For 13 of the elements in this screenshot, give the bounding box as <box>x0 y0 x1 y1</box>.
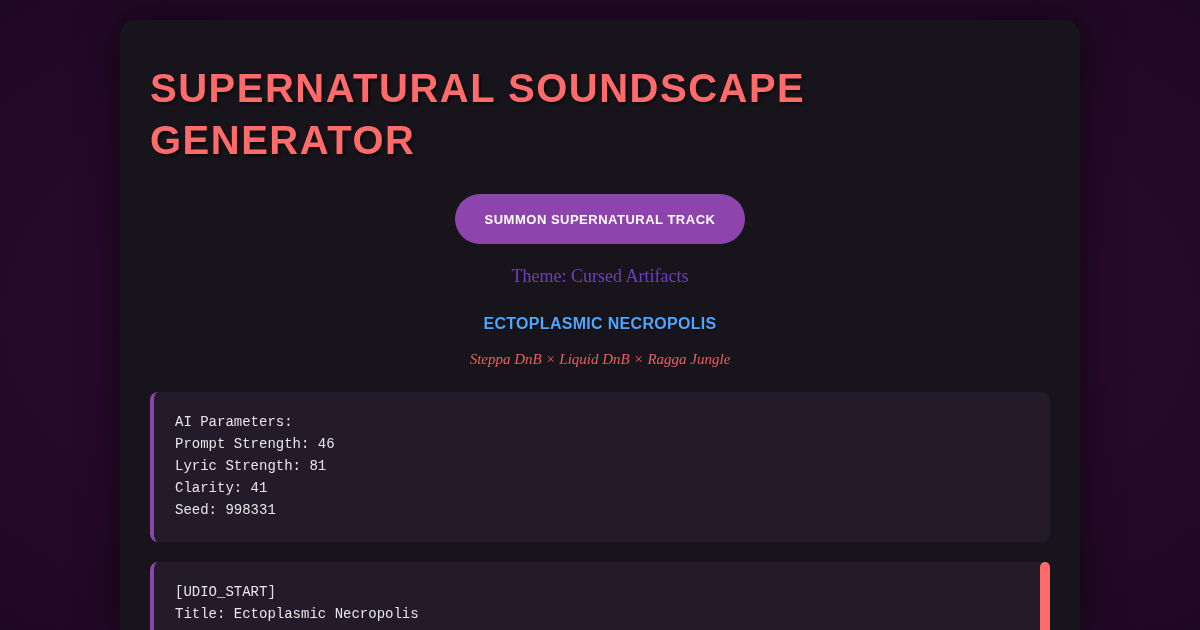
code-line: Prompt Strength: 46 <box>175 435 336 454</box>
scrollbar-thumb[interactable] <box>1040 562 1050 630</box>
page-title: SUPERNATURAL SOUNDSCAPE GENERATOR <box>150 65 807 164</box>
code-line: Clarity: 41 <box>175 479 269 498</box>
code-line: Title: Ectoplasmic Necropolis <box>175 605 420 624</box>
code-line: AI Parameters: <box>175 413 294 432</box>
code-line: Lyric Strength: 81 <box>175 457 328 476</box>
summon-button[interactable]: SUMMON SUPERNATURAL TRACK <box>454 194 746 244</box>
code-line: [UDIO_START] <box>175 583 277 602</box>
theme-label: Theme: Cursed Artifacts <box>511 265 689 288</box>
code-line: Seed: 998331 <box>175 501 277 520</box>
track-title: ECTOPLASMIC NECROPOLIS <box>483 314 717 334</box>
genre-line: Steppa DnB × Liquid DnB × Ragga Jungle <box>469 350 731 369</box>
